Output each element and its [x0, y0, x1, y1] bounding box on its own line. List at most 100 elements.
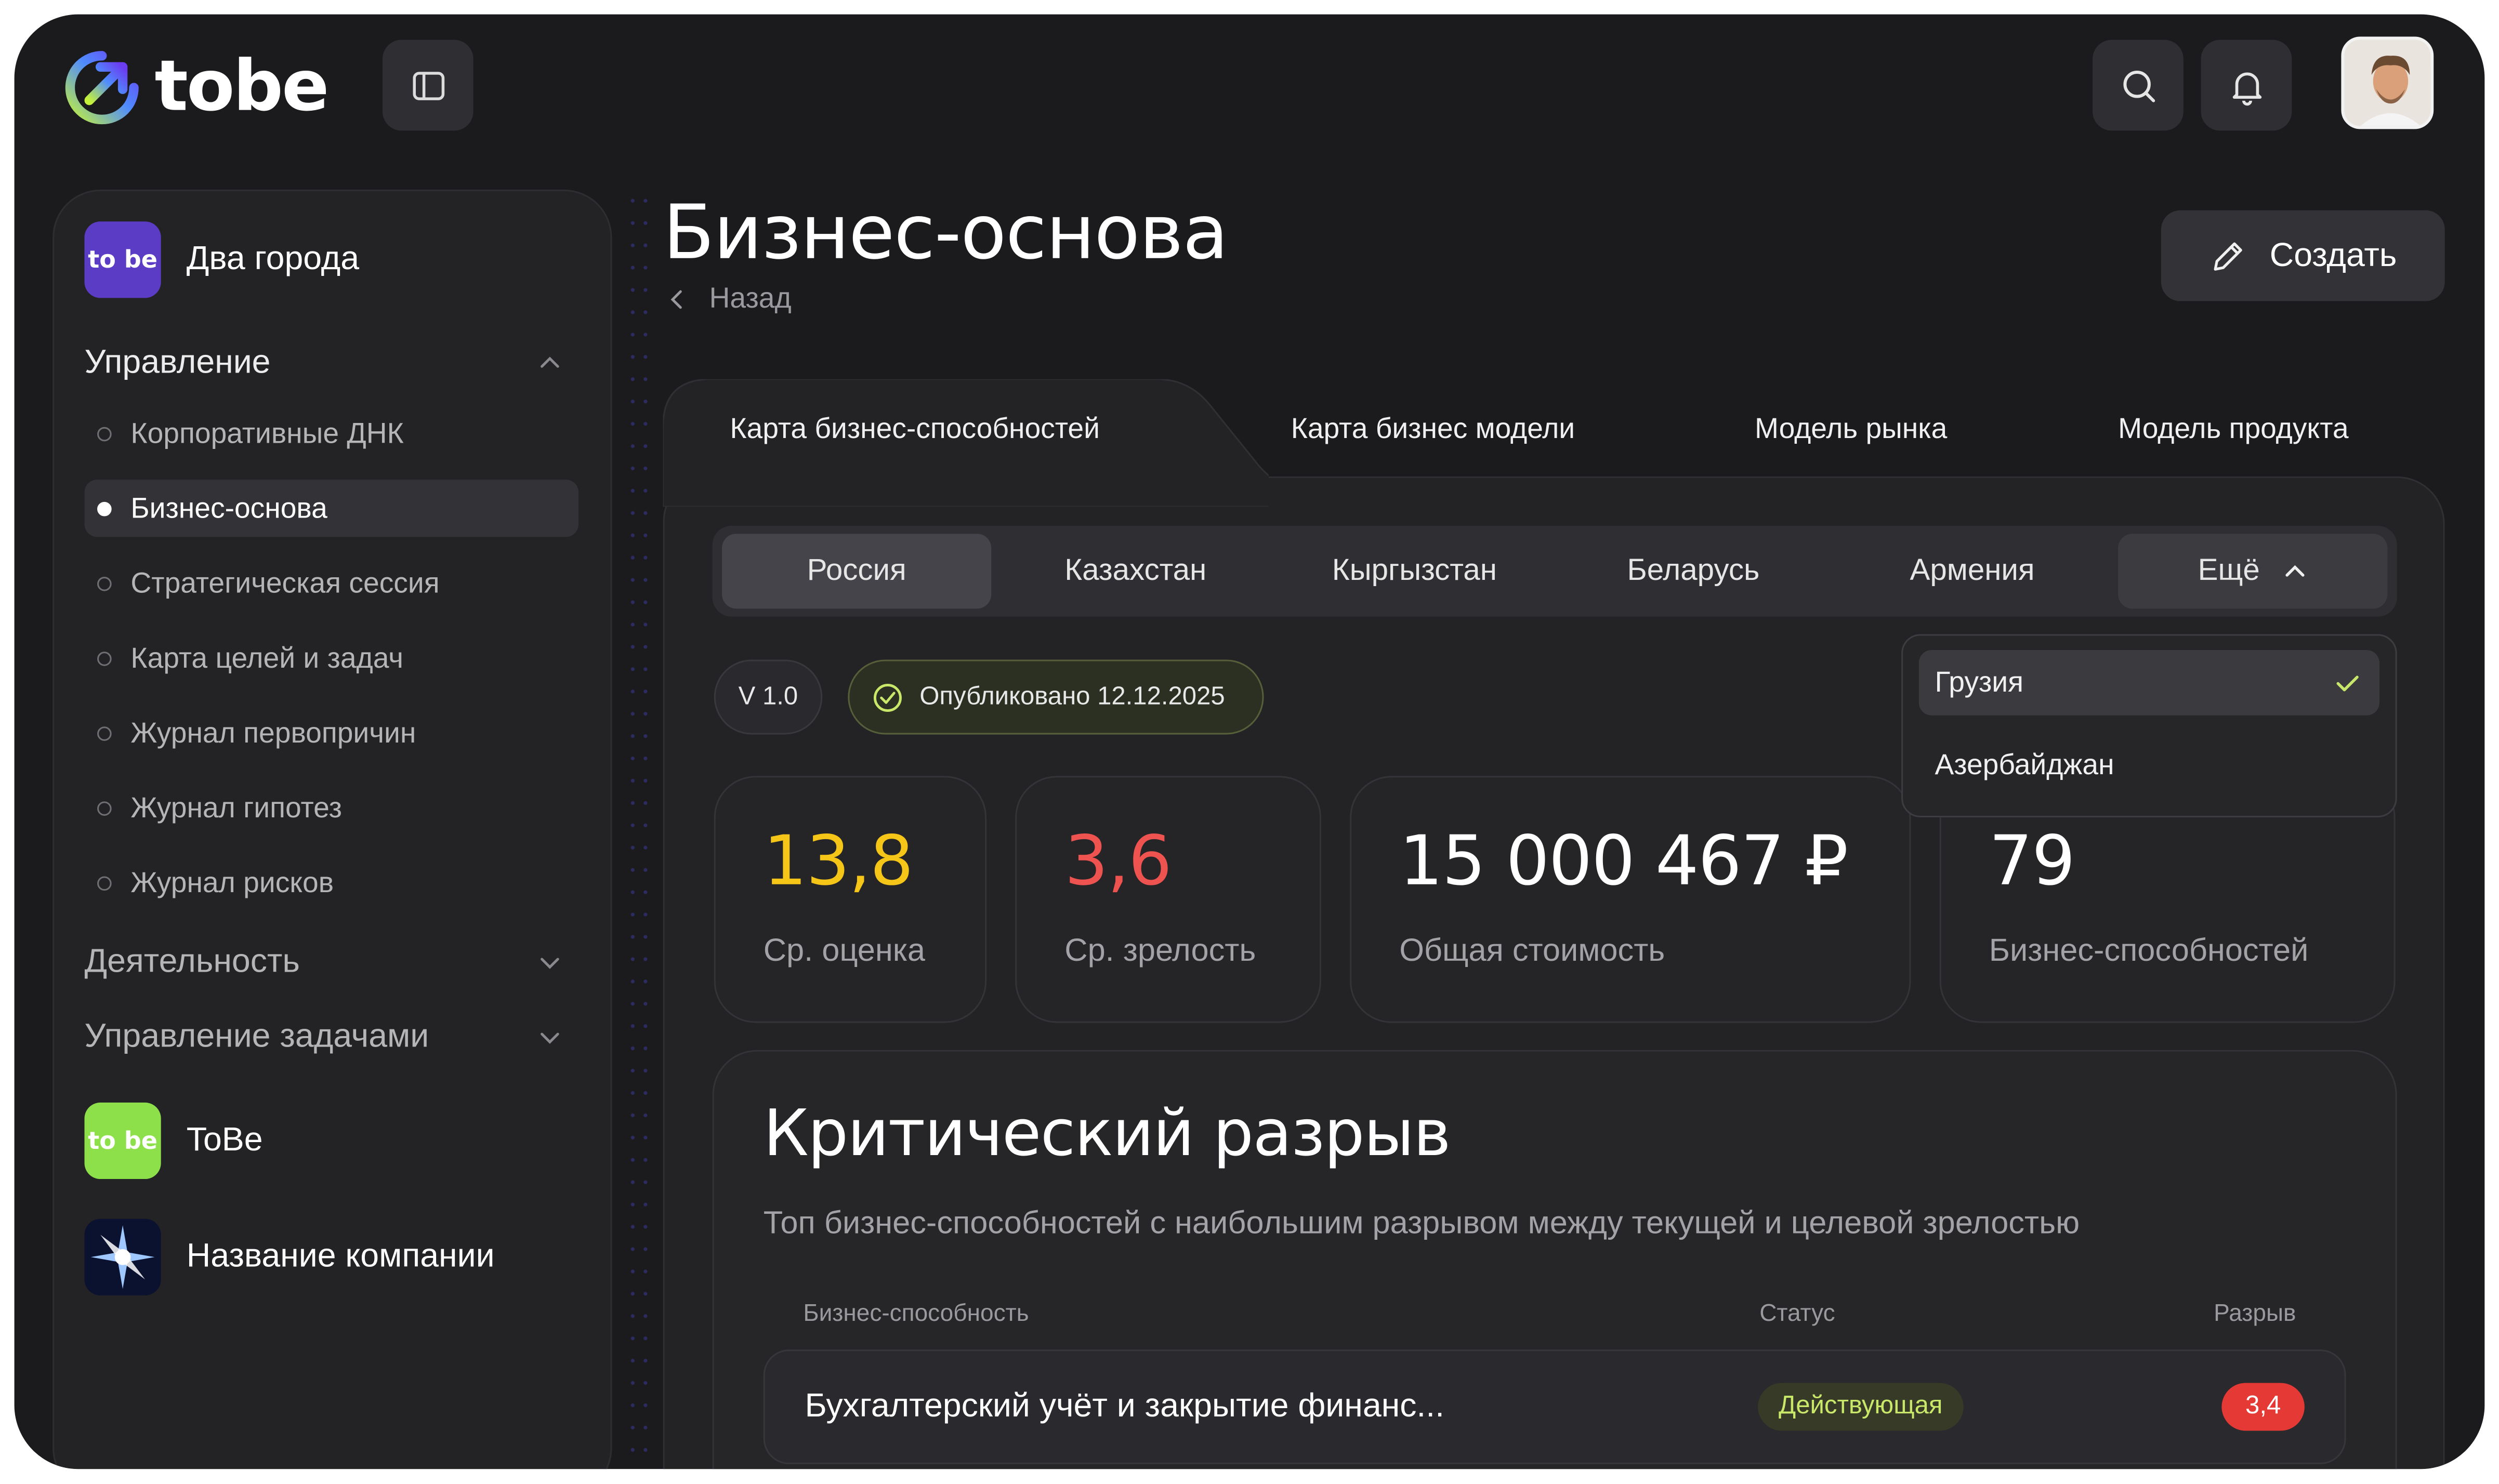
chevron-left-icon: [670, 289, 682, 308]
stat-label: Общая стоимость: [1399, 933, 1665, 969]
stat-avg-score: 13,8 Ср. оценка: [714, 776, 987, 1023]
bell-icon: [2232, 72, 2261, 105]
sidebar-item-strategic-session[interactable]: Стратегическая сессия: [85, 554, 579, 612]
sidebar-item-label: Бизнес-основа: [130, 491, 327, 524]
back-link[interactable]: Назад: [668, 282, 792, 315]
published-label: Опубликовано 12.12.2025: [919, 682, 1225, 710]
stat-label: Ср. оценка: [763, 933, 926, 969]
bullet-icon: [97, 725, 112, 740]
company-logo: [84, 1218, 161, 1295]
table-row[interactable]: Бухгалтерский учёт и закрытие финанс... …: [763, 1349, 2346, 1464]
nav-group-label: Деятельность: [84, 943, 300, 980]
bullet-icon: [97, 651, 112, 666]
country-dropdown: Грузия Азербайджан: [1901, 634, 2397, 818]
sidebar-item-risks[interactable]: Журнал рисков: [85, 854, 579, 911]
column-header-status: Статус: [1759, 1300, 1835, 1328]
stat-avg-maturity: 3,6 Ср. зрелость: [1015, 776, 1321, 1023]
stat-value: 3,6: [1064, 822, 1172, 902]
critical-gap-title: Критический разрыв: [763, 1097, 1451, 1171]
country-more-button[interactable]: Ещё: [2118, 534, 2388, 609]
search-icon: [2122, 70, 2154, 102]
page-title: Бизнес-основа: [663, 189, 1229, 277]
sidebar-item-root-causes[interactable]: Журнал первопричин: [85, 704, 579, 761]
tab-market-model[interactable]: Модель рынка: [1755, 413, 1947, 446]
sidebar-item-label: Корпоративные ДНК: [130, 416, 404, 449]
sidebar-item-label: Журнал гипотез: [130, 791, 342, 823]
stat-value: 15 000 467 ₽: [1399, 822, 1848, 902]
tab-product-model[interactable]: Модель продукта: [2118, 413, 2348, 446]
user-avatar[interactable]: [2341, 36, 2434, 129]
dropdown-item-azerbaijan[interactable]: Азербайджан: [1919, 733, 2379, 798]
status-badge: Действующая: [1758, 1383, 1964, 1431]
nav-group-task-management[interactable]: Управление задачами: [85, 1018, 563, 1056]
stat-total-cost: 15 000 467 ₽ Общая стоимость: [1350, 776, 1911, 1023]
country-selector: Россия Казахстан Кыргызстан Беларусь Арм…: [712, 525, 2397, 617]
country-kazakhstan[interactable]: Казахстан: [1001, 534, 1270, 608]
company-name: Название компании: [186, 1238, 495, 1275]
stat-label: Бизнес-способностей: [1989, 933, 2309, 969]
critical-gap-subtitle: Топ бизнес-способностей с наибольшим раз…: [763, 1206, 2080, 1241]
company-item-placeholder[interactable]: Название компании: [84, 1218, 495, 1295]
workspace-logo: to be: [84, 221, 161, 298]
version-badge[interactable]: V 1.0: [714, 659, 823, 735]
tab-business-model-map[interactable]: Карта бизнес модели: [1291, 413, 1575, 446]
dropdown-item-label: Азербайджан: [1935, 749, 2114, 781]
capability-name: Бухгалтерский учёт и закрытие финанс...: [805, 1387, 1445, 1425]
decorative-dots: [626, 189, 652, 1469]
company-name: ToBe: [186, 1121, 263, 1159]
workspace-name: Два города: [186, 241, 360, 277]
nav-group-activity[interactable]: Деятельность: [85, 943, 563, 982]
nav-group-label: Управление задачами: [84, 1018, 429, 1055]
sidebar-item-label: Журнал рисков: [130, 866, 334, 898]
country-kyrgyzstan[interactable]: Кыргызстан: [1280, 534, 1549, 608]
stat-label: Ср. зрелость: [1064, 933, 1256, 969]
sidebar-item-label: Карта целей и задач: [130, 641, 404, 673]
gap-badge: 3,4: [2221, 1383, 2305, 1431]
bullet-icon: [97, 501, 112, 515]
company-logo: to be: [84, 1102, 161, 1180]
sidebar-item-label: Журнал первопричин: [130, 716, 416, 748]
company-item-tobe[interactable]: to be ToBe: [84, 1102, 263, 1180]
app-window: tobe to be Два города Управление Корпора…: [14, 14, 2485, 1469]
sidebar-item-label: Стратегическая сессия: [130, 566, 440, 599]
notifications-button[interactable]: [2201, 39, 2292, 131]
avatar-image: [2344, 39, 2431, 126]
chevron-down-icon: [541, 1032, 559, 1044]
search-button[interactable]: [2093, 39, 2184, 131]
more-label: Ещё: [2198, 553, 2260, 587]
app-logo[interactable]: tobe: [62, 46, 330, 128]
logo-icon: [65, 50, 139, 124]
check-icon: [2336, 675, 2359, 692]
chevron-up-icon: [2285, 564, 2305, 576]
sidebar-item-corporate-dna[interactable]: Корпоративные ДНК: [85, 405, 579, 462]
sidebar-toggle-button[interactable]: [382, 39, 474, 131]
chevron-up-icon: [541, 356, 559, 368]
sidebar-item-hypotheses[interactable]: Журнал гипотез: [85, 779, 579, 836]
column-header-capability: Бизнес-способность: [803, 1300, 1029, 1328]
dropdown-item-georgia[interactable]: Грузия: [1918, 650, 2379, 716]
country-armenia[interactable]: Армения: [1837, 534, 2107, 608]
stat-value: 13,8: [763, 822, 914, 902]
bullet-icon: [97, 576, 112, 591]
chevron-down-icon: [541, 958, 559, 969]
tab-capability-map[interactable]: Карта бизнес-способностей: [730, 413, 1100, 446]
star-logo-icon: [84, 1218, 161, 1295]
bullet-icon: [97, 426, 112, 441]
nav-group-management[interactable]: Управление: [85, 344, 563, 382]
country-belarus[interactable]: Беларусь: [1559, 534, 1828, 608]
sidebar-item-business-base[interactable]: Бизнес-основа: [84, 479, 579, 537]
pencil-icon: [2214, 242, 2243, 270]
sidebar-item-goals-map[interactable]: Карта целей и задач: [85, 629, 579, 686]
column-header-gap: Разрыв: [2214, 1300, 2296, 1328]
sidebar-panel-icon: [412, 71, 444, 100]
dropdown-item-label: Грузия: [1935, 666, 2024, 698]
published-badge: Опубликовано 12.12.2025: [848, 659, 1264, 735]
logo-text: tobe: [154, 46, 329, 128]
stat-value: 79: [1989, 822, 2075, 902]
country-russia[interactable]: Россия: [722, 534, 992, 609]
back-label: Назад: [709, 282, 792, 314]
create-button[interactable]: Создать: [2161, 210, 2445, 301]
bullet-icon: [97, 875, 112, 890]
workspace-switcher[interactable]: to be Два города: [84, 221, 360, 298]
check-circle-icon: [873, 683, 902, 711]
